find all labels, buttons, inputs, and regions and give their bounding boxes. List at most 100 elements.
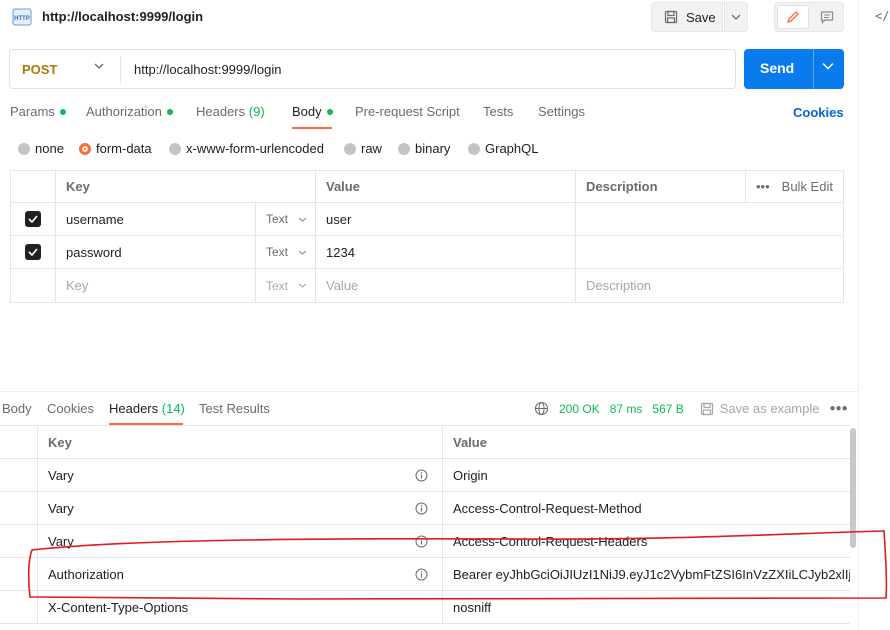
tab-response-headers[interactable]: Headers (14) bbox=[109, 401, 185, 416]
value-input[interactable]: Value bbox=[315, 269, 575, 302]
header-key: X-Content-Type-Options bbox=[38, 591, 443, 623]
radio-circle bbox=[398, 142, 410, 155]
column-header-key: Key bbox=[38, 426, 443, 458]
info-icon[interactable] bbox=[415, 502, 428, 515]
header-value: Bearer eyJhbGciOiJIUzI1NiJ9.eyJ1c2VybmFt… bbox=[453, 566, 850, 582]
description-input[interactable] bbox=[575, 236, 845, 268]
tab-authorization[interactable]: Authorization bbox=[86, 104, 173, 119]
type-label: Text bbox=[266, 212, 289, 226]
tab-test-results[interactable]: Test Results bbox=[199, 401, 270, 416]
save-options-button[interactable] bbox=[724, 2, 748, 32]
radio-label: binary bbox=[415, 141, 451, 156]
table-header-row: Key Value bbox=[0, 426, 850, 459]
value-input[interactable]: 1234 bbox=[315, 236, 575, 268]
status-code[interactable]: 200 OK bbox=[559, 402, 600, 416]
row-enabled-checkbox[interactable] bbox=[25, 211, 41, 227]
radio-raw[interactable]: raw bbox=[344, 141, 382, 156]
tab-params[interactable]: Params bbox=[10, 104, 66, 119]
check-icon bbox=[28, 248, 38, 256]
chevron-down-icon[interactable] bbox=[94, 63, 104, 69]
row-gutter bbox=[0, 525, 38, 557]
radio-label: x-www-form-urlencoded bbox=[186, 141, 324, 156]
send-label: Send bbox=[760, 60, 795, 76]
response-tabs: Body Cookies Headers (14) Test Results 2… bbox=[0, 391, 858, 425]
chevron-down-icon[interactable] bbox=[822, 62, 834, 70]
tab-label: Body bbox=[292, 104, 322, 119]
bulk-edit-area: ••• Bulk Edit bbox=[745, 171, 845, 202]
scrollbar-thumb[interactable] bbox=[850, 428, 856, 548]
tab-headers[interactable]: Headers (9) bbox=[196, 104, 265, 119]
code-snippet-icon[interactable]: </ bbox=[875, 9, 889, 23]
response-time[interactable]: 87 ms bbox=[610, 402, 643, 416]
radio-circle bbox=[18, 142, 30, 155]
radio-circle bbox=[468, 142, 480, 155]
status-dot bbox=[326, 108, 333, 115]
cookies-link[interactable]: Cookies bbox=[793, 105, 844, 120]
tab-tests[interactable]: Tests bbox=[483, 104, 513, 119]
info-icon[interactable] bbox=[415, 469, 428, 482]
save-icon bbox=[664, 10, 678, 24]
header-value: Access-Control-Request-Headers bbox=[453, 533, 648, 549]
radio-none[interactable]: none bbox=[18, 141, 64, 156]
type-select[interactable]: Text bbox=[255, 269, 315, 302]
header-key: Authorization bbox=[38, 558, 443, 590]
header-checkbox-cell bbox=[11, 171, 55, 202]
radio-label: GraphQL bbox=[485, 141, 539, 156]
method-select[interactable]: POST bbox=[22, 62, 57, 77]
save-as-example-button[interactable]: Save as example bbox=[700, 401, 819, 416]
comment-icon bbox=[820, 11, 834, 24]
column-header-value: Value bbox=[453, 434, 487, 450]
type-select[interactable]: Text bbox=[255, 236, 315, 268]
table-row: Authorization Bearer eyJhbGciOiJIUzI1NiJ… bbox=[0, 558, 850, 591]
value-input[interactable]: user bbox=[315, 203, 575, 235]
send-divider bbox=[813, 49, 814, 89]
active-tab-indicator bbox=[292, 127, 332, 129]
info-icon[interactable] bbox=[415, 535, 428, 548]
title-bar: HTTP http://localhost:9999/login Save bbox=[0, 0, 858, 34]
globe-icon[interactable] bbox=[534, 401, 549, 416]
header-key-text: Vary bbox=[48, 500, 74, 516]
edit-mode-button[interactable] bbox=[777, 5, 809, 29]
column-header-description: Description bbox=[575, 171, 745, 202]
header-value: nosniff bbox=[453, 599, 492, 615]
description-input[interactable] bbox=[575, 203, 845, 235]
tab-response-body[interactable]: Body bbox=[2, 401, 32, 416]
save-icon bbox=[700, 402, 713, 415]
radio-x-www-form-urlencoded[interactable]: x-www-form-urlencoded bbox=[169, 141, 324, 156]
status-dot bbox=[59, 108, 66, 115]
documentation-mode-button[interactable] bbox=[813, 5, 841, 29]
response-size[interactable]: 567 B bbox=[652, 402, 683, 416]
status-dot bbox=[166, 108, 173, 115]
save-label: Save bbox=[686, 9, 716, 25]
tab-pre-request-script[interactable]: Pre-request Script bbox=[355, 104, 460, 119]
info-icon[interactable] bbox=[415, 568, 428, 581]
tab-label: Params bbox=[10, 104, 55, 119]
request-title[interactable]: http://localhost:9999/login bbox=[42, 9, 203, 24]
header-value: Origin bbox=[453, 467, 488, 483]
header-key-text: Vary bbox=[48, 467, 74, 483]
radio-graphql[interactable]: GraphQL bbox=[468, 141, 538, 156]
bulk-edit-link[interactable]: Bulk Edit bbox=[782, 179, 833, 194]
tab-settings[interactable]: Settings bbox=[538, 104, 585, 119]
response-meta: 200 OK 87 ms 567 B Save as example ●●● bbox=[534, 401, 848, 416]
tab-response-cookies[interactable]: Cookies bbox=[47, 401, 94, 416]
key-input[interactable]: password bbox=[55, 236, 255, 268]
more-options-icon[interactable]: ●●● bbox=[829, 403, 847, 414]
key-input[interactable]: username bbox=[55, 203, 255, 235]
radio-binary[interactable]: binary bbox=[398, 141, 450, 156]
type-select[interactable]: Text bbox=[255, 203, 315, 235]
more-options-icon[interactable]: ••• bbox=[756, 179, 770, 194]
radio-label: none bbox=[35, 141, 64, 156]
description-input[interactable]: Description bbox=[575, 269, 845, 302]
tab-body[interactable]: Body bbox=[292, 104, 333, 119]
row-enabled-checkbox[interactable] bbox=[25, 244, 41, 260]
save-button[interactable]: Save bbox=[651, 2, 723, 32]
url-input[interactable]: http://localhost:9999/login bbox=[134, 62, 281, 77]
send-button[interactable]: Send bbox=[744, 49, 844, 89]
key-input[interactable]: Key bbox=[55, 269, 255, 302]
type-label: Text bbox=[266, 278, 289, 293]
pencil-icon bbox=[786, 11, 799, 24]
radio-form-data[interactable]: form-data bbox=[79, 141, 152, 156]
table-row: Vary Access-Control-Request-Headers bbox=[0, 525, 850, 558]
table-row: Vary Origin bbox=[0, 459, 850, 492]
